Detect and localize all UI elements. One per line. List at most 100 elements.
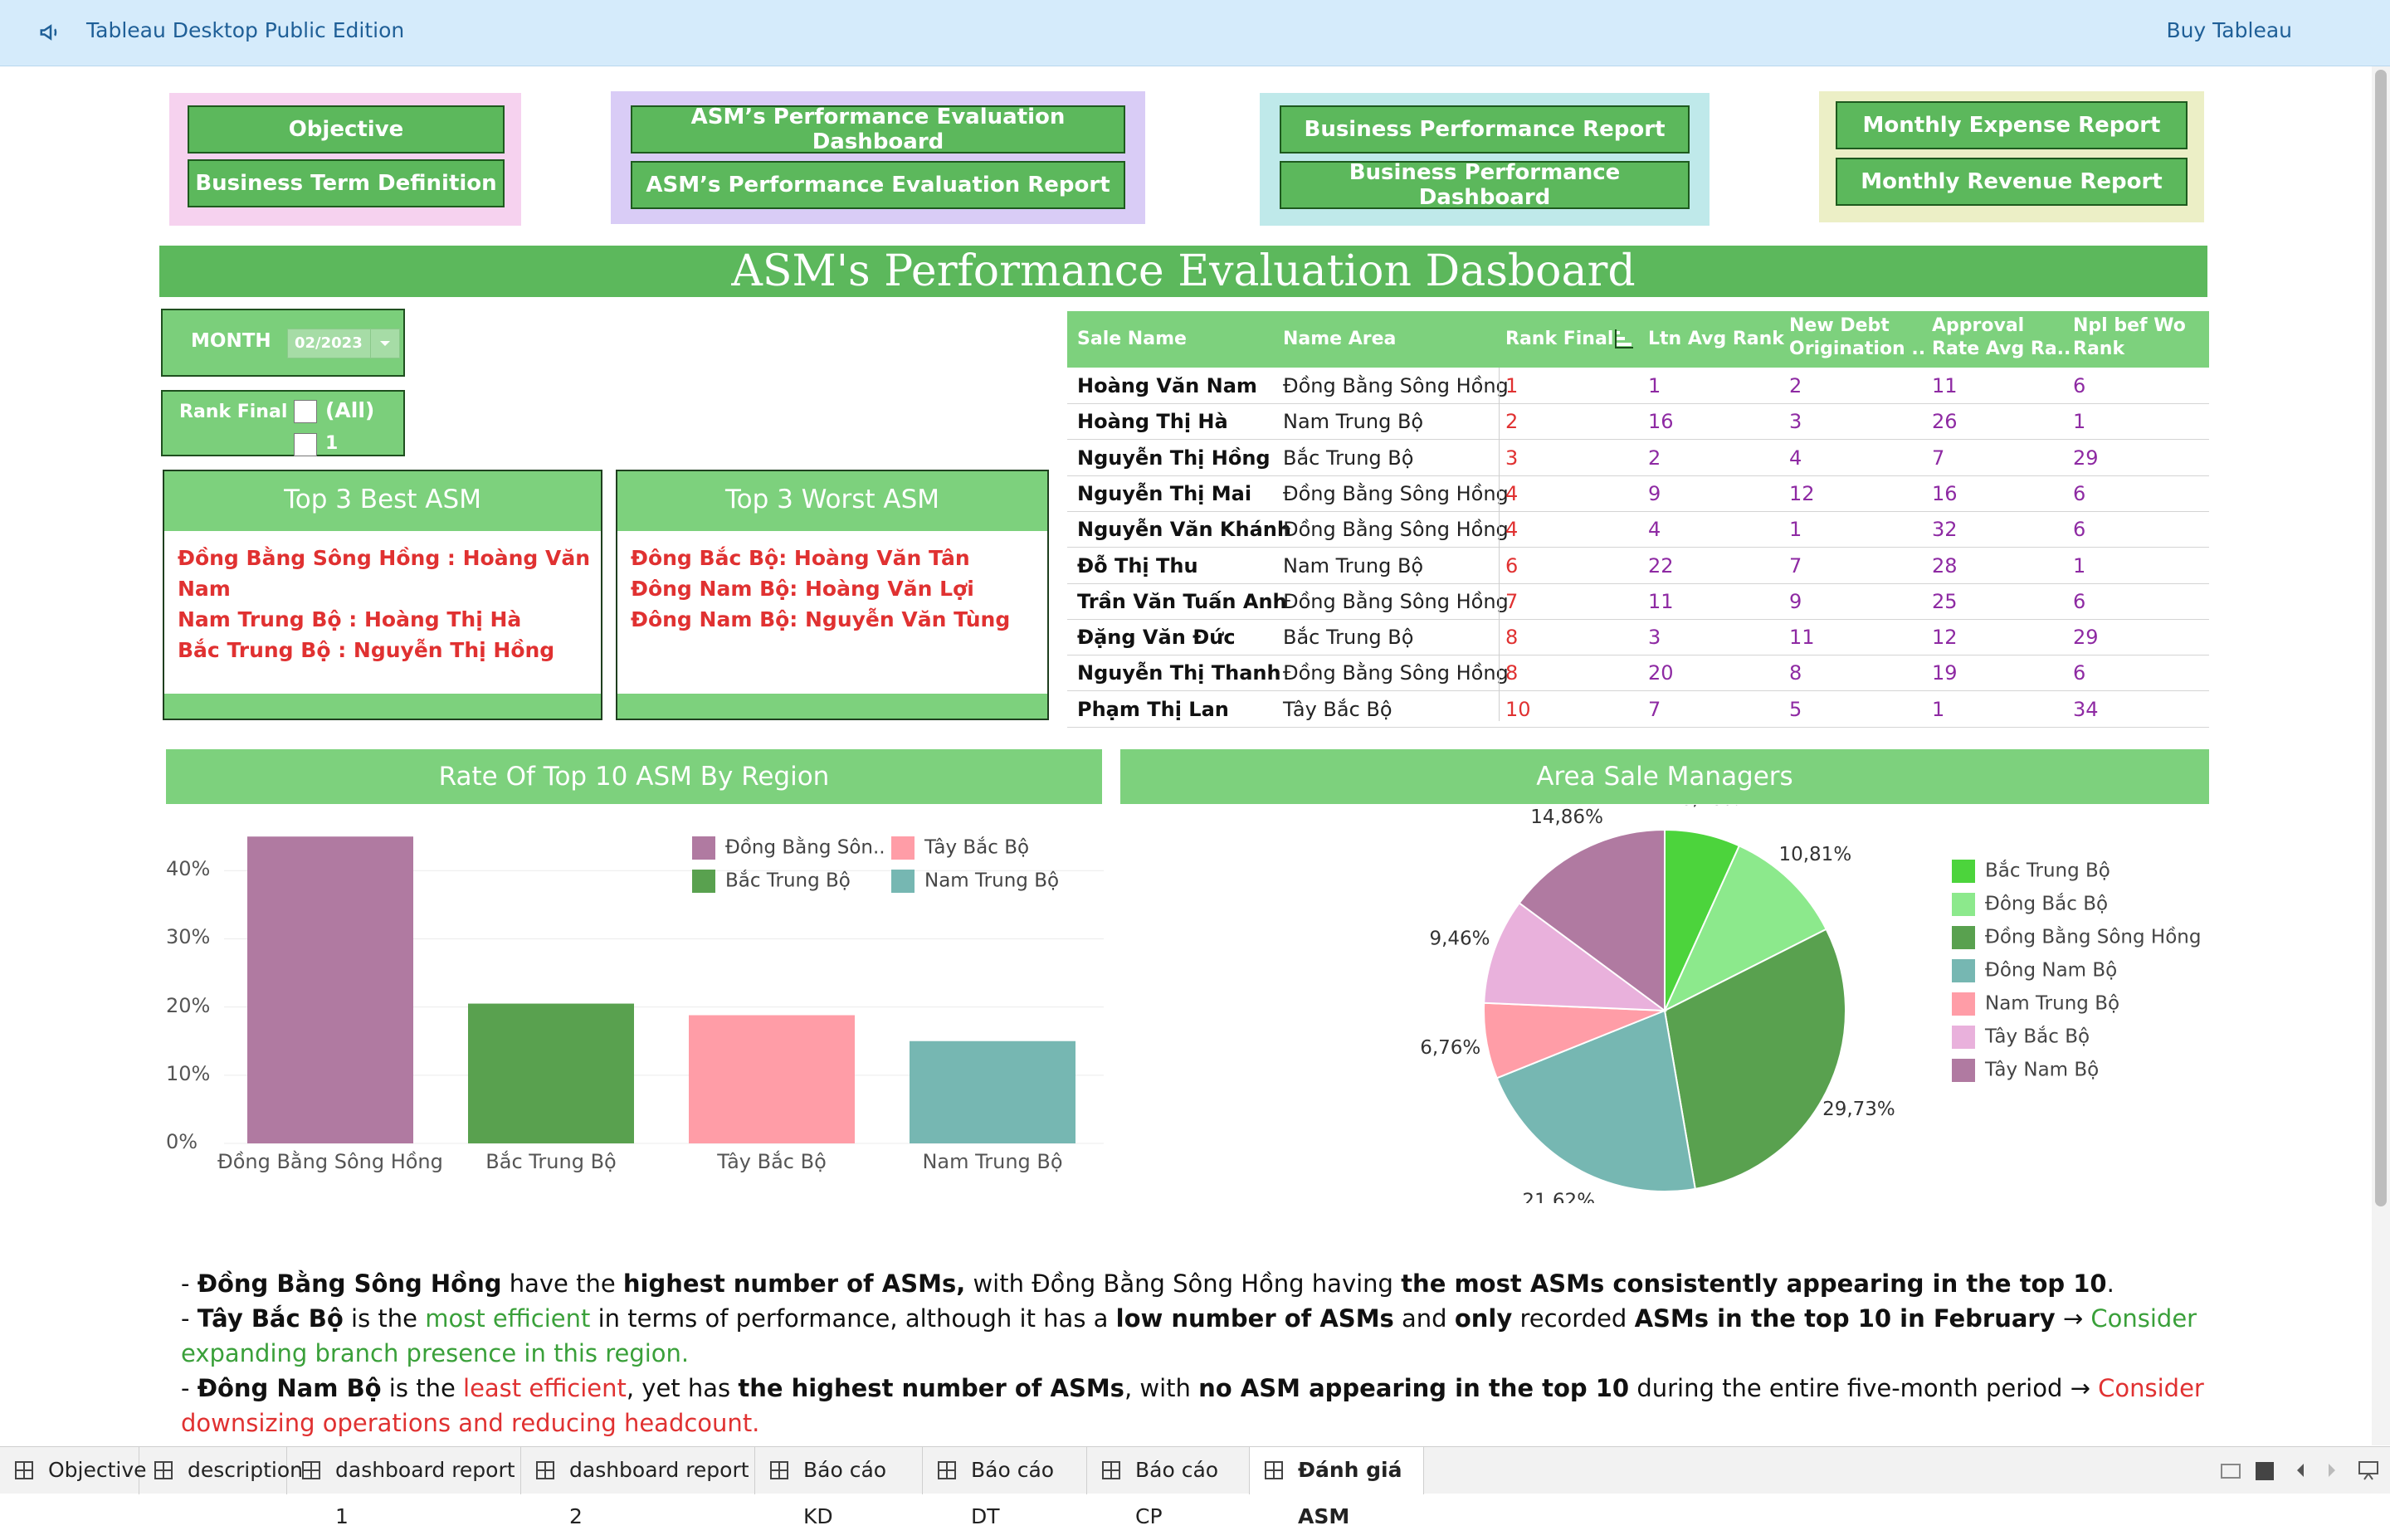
cell-name-area: Nam Trung Bộ [1283, 410, 1424, 434]
sheet-tab[interactable]: Đánh giá ASM [1250, 1447, 1424, 1528]
buy-tableau-link[interactable]: Buy Tableau [2166, 18, 2292, 42]
legend-swatch [692, 836, 715, 860]
objective-button[interactable]: Objective [188, 105, 505, 154]
col-new-debt-origination[interactable]: New Debt Origination .. [1789, 314, 1925, 361]
dashboard-title: ASM's Performance Evaluation Dasboard [159, 246, 2207, 297]
legend-item[interactable]: Tây Nam Bộ [1952, 1059, 2099, 1082]
sort-ascending-icon[interactable] [1615, 328, 1635, 349]
legend-label: Tây Nam Bộ [1985, 1059, 2100, 1081]
cell-rank-final: 8 [1505, 626, 1519, 650]
table-row[interactable]: Nguyễn Thị Hồng Bắc Trung Bộ 3 2 4 7 29 [1067, 440, 2209, 476]
cell-new-debt: 5 [1789, 697, 1802, 721]
col-ltn-avg-rank[interactable]: Ltn Avg Rank [1648, 328, 1784, 351]
asm-dashboard-button[interactable]: ASM’s Performance Evaluation Dashboard [631, 105, 1125, 154]
legend-item[interactable]: Đồng Bằng Sôn.. [692, 836, 885, 860]
sheet-tab-label: description [188, 1458, 304, 1482]
sheet-tab[interactable]: Báo cáo DT [923, 1447, 1087, 1528]
cell-sale-name: Trần Văn Tuấn Anh [1077, 589, 1287, 613]
cell-new-debt: 7 [1789, 553, 1802, 578]
worksheet-grid-icon [938, 1461, 956, 1479]
table-row[interactable]: Hoàng Thị Hà Nam Trung Bộ 2 16 3 26 1 [1067, 403, 2209, 441]
legend-item[interactable]: Tây Bắc Bộ [1952, 1026, 2090, 1049]
note-text: → [2055, 1304, 2091, 1333]
col-sale-name[interactable]: Sale Name [1077, 328, 1187, 351]
cell-new-debt: 9 [1789, 589, 1802, 613]
bar[interactable] [247, 836, 413, 1143]
table-row[interactable]: Nguyễn Văn Khánh Đồng Bằng Sông Hồng 4 4 1 32… [1067, 511, 2209, 548]
business-performance-dashboard-button[interactable]: Business Performance Dashboard [1280, 160, 1690, 210]
col-npl-bef-wo-rank[interactable]: Npl bef Wo Rank [2073, 314, 2186, 361]
pie-value-label: 21,62% [1522, 1191, 1595, 1203]
cell-name-area: Tây Bắc Bộ [1283, 697, 1393, 721]
bar[interactable] [910, 1040, 1076, 1143]
y-tick-label: 20% [166, 993, 211, 1017]
table-row[interactable]: Trần Văn Tuấn Anh Đồng Bằng Sông Hồng 7 11 9… [1067, 583, 2209, 620]
month-filter-label: MONTH [191, 330, 271, 352]
legend-item[interactable]: Bắc Trung Bộ [1952, 860, 2110, 883]
legend-swatch [692, 870, 715, 893]
monthly-expense-report-button[interactable]: Monthly Expense Report [1836, 101, 2188, 149]
top3-worst-list: Đông Bắc Bộ: Hoàng Văn Tân Đông Nam Bộ: … [631, 543, 1010, 635]
table-row[interactable]: Nguyễn Thị Thanh Đồng Bằng Sông Hồng 8 20 8 1… [1067, 655, 2209, 692]
sheet-tab[interactable]: dashboard report 2 [521, 1447, 755, 1528]
cell-rank-final: 10 [1505, 697, 1531, 721]
worksheet-grid-icon [1102, 1461, 1120, 1479]
month-dropdown[interactable]: 02/2023 [287, 329, 400, 358]
prev-sheet-icon[interactable] [2294, 1460, 2307, 1484]
table-row[interactable]: Hoàng Văn Nam Đồng Bằng Sông Hồng 1 1 2 11 6 [1067, 368, 2209, 404]
legend-item[interactable]: Tây Bắc Bộ [891, 836, 1029, 860]
cell-sale-name: Phạm Thị Lan [1077, 697, 1229, 721]
monthly-revenue-report-button[interactable]: Monthly Revenue Report [1836, 158, 2188, 206]
cell-name-area: Nam Trung Bộ [1283, 553, 1424, 578]
cell-new-debt: 4 [1789, 446, 1802, 470]
asm-report-button[interactable]: ASM’s Performance Evaluation Report [631, 161, 1125, 209]
scrollbar-thumb[interactable] [2375, 70, 2387, 1206]
nav-group-3: Business Performance Report Business Per… [1260, 93, 1710, 226]
note-line-1: - Đồng Bằng Sông Hồng have the highest n… [181, 1266, 2206, 1301]
sheet-tab[interactable]: Objective [0, 1447, 147, 1494]
legend-label: Bắc Trung Bộ [1985, 860, 2110, 882]
legend-swatch [1952, 1059, 1975, 1082]
legend-item[interactable]: Nam Trung Bộ [1952, 992, 2119, 1016]
legend-item[interactable]: Đông Nam Bộ [1952, 959, 2117, 982]
rank-1-checkbox[interactable] [294, 433, 317, 456]
sheet-tab[interactable]: dashboard report 1 [287, 1447, 521, 1528]
presentation-mode-icon[interactable] [2357, 1459, 2380, 1485]
sheet-tab[interactable]: Báo cáo CP [1087, 1447, 1250, 1528]
legend-label: Tây Bắc Bộ [924, 836, 1030, 859]
bar[interactable] [468, 1003, 634, 1143]
table-row[interactable]: Nguyễn Thị Mai Đồng Bằng Sông Hồng 4 9 12 16 6 [1067, 475, 2209, 512]
x-tick-label: Đồng Bằng Sông Hồng [217, 1150, 443, 1173]
col-approval-rate[interactable]: Approval Rate Avg Ra.. [1932, 314, 2071, 361]
legend-item[interactable]: Đông Bắc Bộ [1952, 893, 2108, 916]
legend-item[interactable]: Bắc Trung Bộ [692, 870, 851, 893]
show-filmstrip-icon[interactable] [2221, 1464, 2241, 1479]
table-row[interactable]: Đỗ Thị Thu Nam Trung Bộ 6 22 7 28 1 [1067, 548, 2209, 584]
cell-name-area: Đồng Bằng Sông Hồng [1283, 518, 1509, 542]
business-term-definition-button[interactable]: Business Term Definition [188, 159, 505, 207]
col-rank-final[interactable]: Rank Final [1505, 328, 1613, 351]
table-row[interactable]: Đặng Văn Đức Bắc Trung Bộ 8 3 11 12 29 [1067, 619, 2209, 656]
cell-ltn-avg-rank: 22 [1648, 553, 1674, 578]
legend-item[interactable]: Nam Trung Bộ [891, 870, 1059, 893]
note-text: , yet has [626, 1374, 739, 1402]
sheet-tab-bar: Objective description dashboard report 1 da… [0, 1446, 2390, 1528]
bar[interactable] [689, 1015, 855, 1143]
note-text: Đồng Bằng Sông Hồng [197, 1270, 502, 1298]
worksheet-grid-icon [302, 1461, 320, 1479]
pie-value-label: 10,81% [1778, 844, 1851, 865]
business-performance-report-button[interactable]: Business Performance Report [1280, 105, 1690, 154]
legend-item[interactable]: Đồng Bằng Sông Hồng [1952, 926, 2201, 949]
rank-final-label: Rank Final [179, 402, 288, 422]
show-tabs-icon[interactable] [2256, 1462, 2274, 1480]
cell-name-area: Đồng Bằng Sông Hồng [1283, 374, 1509, 397]
next-sheet-icon[interactable] [2325, 1460, 2339, 1484]
sheet-tab[interactable]: description [139, 1447, 303, 1494]
list-item: Đông Nam Bộ: Nguyễn Văn Tùng [631, 607, 1011, 631]
col-new-debt-line1: New Debt [1789, 315, 1890, 336]
col-name-area[interactable]: Name Area [1283, 328, 1396, 351]
sheet-tab[interactable]: Báo cáo KD [755, 1447, 923, 1528]
chevron-down-icon [370, 329, 399, 358]
rank-all-checkbox[interactable] [294, 400, 317, 423]
table-row[interactable]: Phạm Thị Lan Tây Bắc Bộ 10 7 5 1 34 [1067, 691, 2209, 728]
